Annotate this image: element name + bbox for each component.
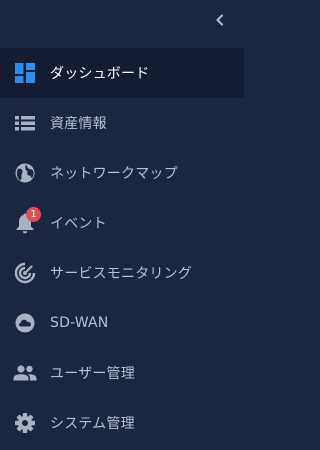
sidebar-item-label: ネットワークマップ: [50, 166, 178, 182]
chevron-left-icon: [216, 14, 223, 26]
cloud-icon: [13, 311, 37, 335]
globe-icon: [13, 161, 37, 185]
sidebar-item-label: システム管理: [50, 416, 135, 432]
sidebar-item-label: SD-WAN: [50, 315, 109, 331]
sidebar-item-assets[interactable]: 資産情報: [0, 98, 244, 148]
sidebar-item-sd-wan[interactable]: SD-WAN: [0, 298, 244, 348]
sidebar-item-label: ダッシュボード: [50, 66, 150, 82]
dashboard-icon: [13, 61, 37, 85]
gear-icon: [13, 411, 37, 435]
sidebar-item-dashboard[interactable]: ダッシュボード: [0, 48, 244, 98]
sidebar-item-system-management[interactable]: システム管理: [0, 398, 244, 448]
sidebar-item-label: イベント: [50, 216, 107, 232]
sidebar-item-network-map[interactable]: ネットワークマップ: [0, 148, 244, 198]
sidebar-item-user-management[interactable]: ユーザー管理: [0, 348, 244, 398]
sidebar: ダッシュボード 資産情報 ネットワークマップ 1 イベント サービスモニタリング…: [0, 0, 244, 450]
sidebar-nav: ダッシュボード 資産情報 ネットワークマップ 1 イベント サービスモニタリング…: [0, 48, 244, 448]
bell-icon: 1: [13, 207, 41, 235]
collapse-sidebar-button[interactable]: [210, 10, 230, 30]
sidebar-item-label: サービスモニタリング: [50, 266, 192, 282]
radar-icon: [13, 261, 37, 285]
list-icon: [13, 111, 37, 135]
sidebar-item-events[interactable]: 1 イベント: [0, 198, 244, 248]
sidebar-item-label: 資産情報: [50, 116, 107, 132]
sidebar-item-label: ユーザー管理: [50, 366, 135, 382]
sidebar-item-service-monitoring[interactable]: サービスモニタリング: [0, 248, 244, 298]
users-icon: [13, 361, 37, 385]
event-count-badge: 1: [26, 207, 41, 222]
